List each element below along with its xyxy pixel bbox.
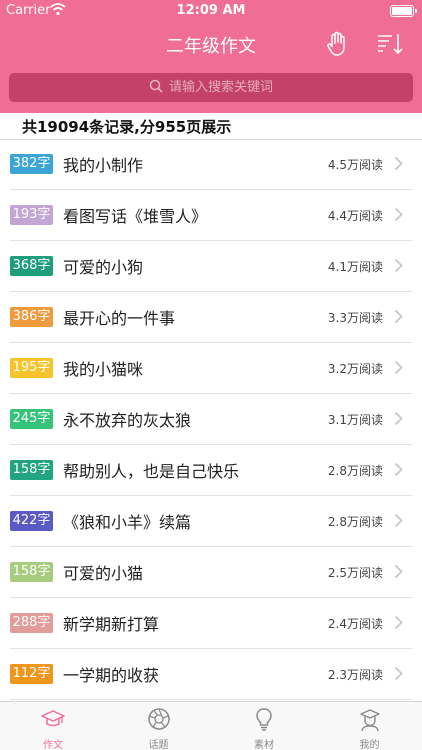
essay-title: 我的小猫咪	[63, 360, 144, 379]
tab-bar: 作文 话题 素材 我的	[0, 701, 422, 750]
read-count: 4.5万阅读	[327, 158, 383, 172]
essay-title: 《狼和小羊》续篇	[63, 513, 192, 532]
list-item[interactable]: 158字 帮助别人，也是自己快乐 2.8万阅读	[0, 445, 422, 496]
word-count-badge: 386字	[10, 307, 53, 327]
chevron-right-icon	[394, 462, 403, 477]
read-count: 2.5万阅读	[327, 566, 383, 580]
read-count: 2.8万阅读	[327, 515, 383, 529]
read-count: 4.1万阅读	[327, 260, 383, 274]
word-count-badge: 245字	[10, 409, 53, 429]
page-title: 二年级作文	[166, 36, 256, 57]
graduation-cap-icon	[41, 710, 65, 727]
essay-list: 382字 我的小制作 4.5万阅读 193字 看图写话《堆雪人》 4.4万阅读 368字 可爱…	[0, 139, 422, 700]
search-placeholder: 请输入搜索关键词	[168, 80, 273, 95]
tab-materials[interactable]: 素材	[211, 702, 317, 750]
hand-icon[interactable]	[325, 31, 349, 57]
word-count-badge: 368字	[10, 256, 53, 276]
list-item[interactable]: 158字 可爱的小猫 2.5万阅读	[0, 547, 422, 598]
essay-title: 最开心的一件事	[63, 309, 176, 328]
tab-essay[interactable]: 作文	[0, 702, 106, 750]
essay-title: 我的小制作	[63, 156, 144, 175]
tab-topics[interactable]: 话题	[106, 702, 212, 750]
word-count-badge: 193字	[10, 205, 53, 225]
status-bar: Carrier 12:09 AM	[0, 0, 422, 22]
word-count-badge: 288字	[10, 613, 53, 633]
read-count: 3.1万阅读	[327, 413, 383, 427]
record-summary: 共19094条记录,分955页展示	[22, 118, 232, 136]
essay-title: 可爱的小狗	[63, 258, 144, 277]
list-item[interactable]: 368字 可爱的小狗 4.1万阅读	[0, 241, 422, 292]
tab-label: 素材	[254, 740, 274, 750]
header: Carrier 12:09 AM 二年级作文 请输入搜索关键词	[0, 0, 422, 113]
battery-icon	[390, 5, 417, 17]
student-icon	[359, 709, 380, 732]
sort-icon[interactable]	[376, 31, 404, 57]
tab-label: 作文	[43, 740, 63, 750]
read-count: 2.3万阅读	[327, 668, 383, 682]
list-item[interactable]: 112字 一学期的收获 2.3万阅读	[0, 649, 422, 700]
list-item[interactable]: 245字 永不放弃的灰太狼 3.1万阅读	[0, 394, 422, 445]
read-count: 2.8万阅读	[327, 464, 383, 478]
list-item[interactable]: 382字 我的小制作 4.5万阅读	[0, 139, 422, 190]
word-count-badge: 112字	[10, 664, 53, 684]
chevron-right-icon	[394, 156, 403, 171]
search-icon	[149, 79, 163, 93]
essay-title: 永不放弃的灰太狼	[63, 411, 192, 430]
tab-label: 话题	[148, 740, 169, 750]
word-count-badge: 158字	[10, 460, 53, 480]
nav-bar: 二年级作文	[0, 22, 422, 66]
chevron-right-icon	[394, 513, 403, 528]
list-item[interactable]: 386字 最开心的一件事 3.3万阅读	[0, 292, 422, 343]
status-time: 12:09 AM	[176, 3, 246, 18]
chevron-right-icon	[394, 309, 403, 324]
tab-label: 我的	[359, 740, 380, 750]
list-item[interactable]: 288字 新学期新打算 2.4万阅读	[0, 598, 422, 649]
word-count-badge: 382字	[10, 154, 53, 174]
essay-title: 可爱的小猫	[63, 564, 144, 583]
tab-mine[interactable]: 我的	[317, 702, 422, 750]
list-item[interactable]: 193字 看图写话《堆雪人》 4.4万阅读	[0, 190, 422, 241]
chevron-right-icon	[394, 666, 403, 681]
read-count: 3.2万阅读	[327, 362, 383, 376]
chevron-right-icon	[394, 207, 403, 222]
list-item[interactable]: 422字 《狼和小羊》续篇 2.8万阅读	[0, 496, 422, 547]
essay-title: 帮助别人，也是自己快乐	[63, 462, 240, 481]
essay-title: 一学期的收获	[63, 666, 160, 685]
chevron-right-icon	[394, 411, 403, 426]
aperture-icon	[147, 708, 170, 730]
essay-title: 看图写话《堆雪人》	[63, 207, 208, 226]
essay-title: 新学期新打算	[63, 615, 160, 634]
word-count-badge: 158字	[10, 562, 53, 582]
word-count-badge: 195字	[10, 358, 53, 378]
chevron-right-icon	[394, 564, 403, 579]
read-count: 3.3万阅读	[327, 311, 383, 325]
list-item[interactable]: 195字 我的小猫咪 3.2万阅读	[0, 343, 422, 394]
chevron-right-icon	[394, 615, 403, 630]
search-input[interactable]: 请输入搜索关键词	[9, 73, 413, 102]
word-count-badge: 422字	[10, 511, 53, 531]
read-count: 4.4万阅读	[327, 209, 383, 223]
chevron-right-icon	[394, 258, 403, 273]
chevron-right-icon	[394, 360, 403, 375]
read-count: 2.4万阅读	[327, 617, 383, 631]
lightbulb-icon	[256, 708, 272, 731]
